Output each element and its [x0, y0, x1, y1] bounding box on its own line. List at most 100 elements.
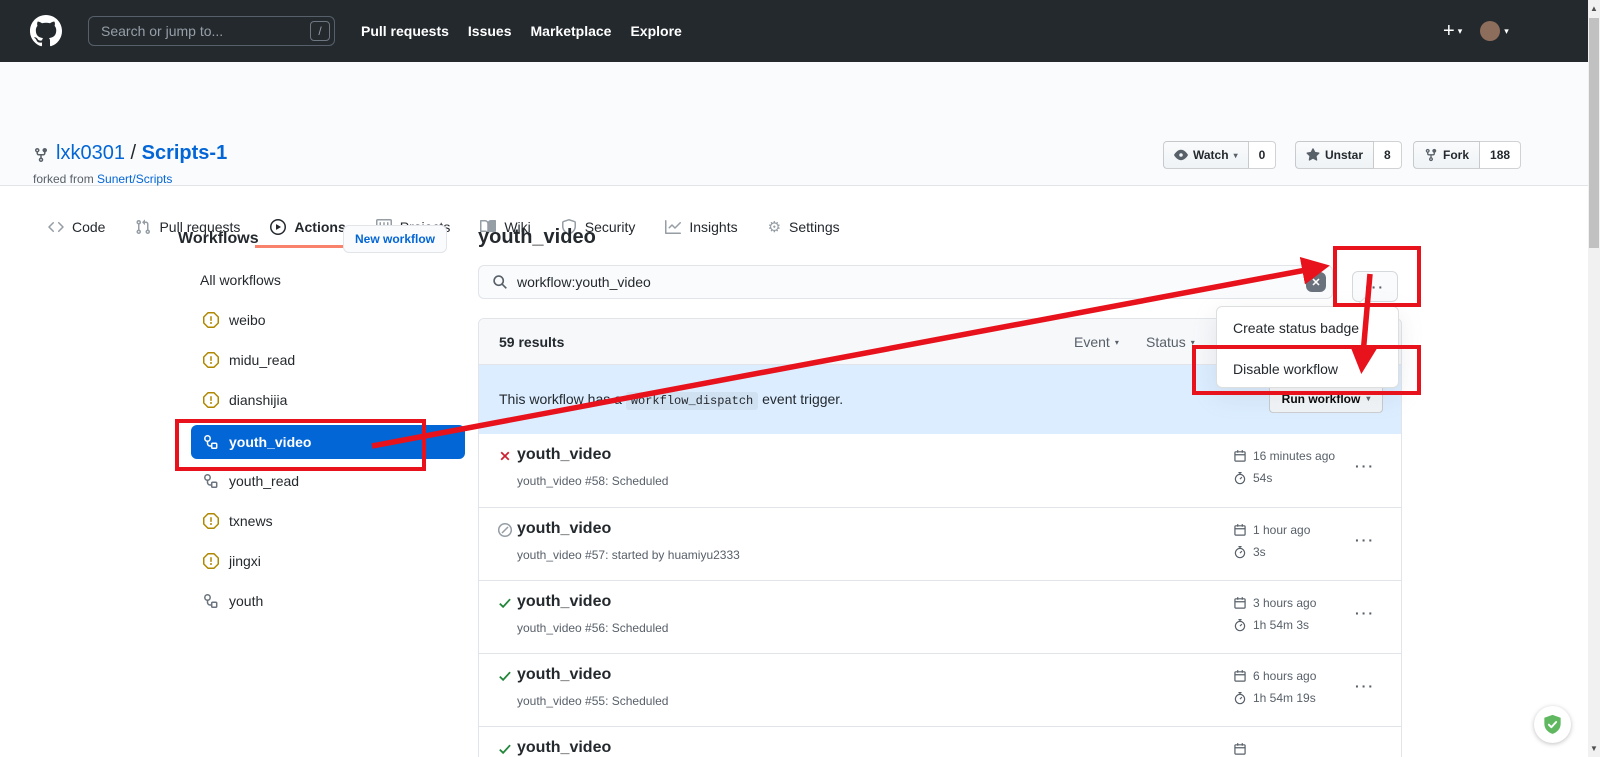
- chevron-down-icon: ▾: [1191, 338, 1195, 347]
- nav-issues[interactable]: Issues: [468, 23, 512, 39]
- repo-name-link[interactable]: Scripts-1: [142, 142, 228, 164]
- tab-code[interactable]: Code: [33, 208, 120, 248]
- calendar-icon: [1233, 596, 1247, 610]
- nav-marketplace[interactable]: Marketplace: [531, 23, 612, 39]
- status-filter-dropdown[interactable]: Status ▾: [1146, 334, 1195, 350]
- run-duration-text: 54s: [1253, 471, 1272, 485]
- run-subtitle: youth_video #57: started by huamiyu2333: [517, 548, 740, 562]
- workflow-options-button[interactable]: ···: [1352, 271, 1398, 302]
- clear-search-button[interactable]: ✕: [1306, 272, 1326, 292]
- tab-insights[interactable]: Insights: [650, 208, 752, 248]
- slash-shortcut-key: /: [310, 21, 330, 41]
- results-count: 59 results: [499, 334, 564, 350]
- nav-pull-requests[interactable]: Pull requests: [361, 23, 449, 39]
- run-title-link[interactable]: youth_video: [517, 593, 611, 611]
- run-time: 6 hours ago: [1233, 669, 1316, 683]
- run-title-link[interactable]: youth_video: [517, 520, 611, 538]
- chevron-down-icon: ▾: [1234, 151, 1238, 160]
- user-menu[interactable]: ▾: [1480, 21, 1509, 41]
- scroll-down-arrow[interactable]: ▼: [1590, 744, 1598, 753]
- sidebar-item-dianshijia[interactable]: dianshijia: [178, 380, 465, 420]
- run-options-button[interactable]: ···: [1355, 458, 1375, 474]
- run-options-button[interactable]: ···: [1355, 532, 1375, 548]
- sidebar-item-label: youth_read: [229, 473, 299, 489]
- sidebar-item-label: dianshijia: [229, 392, 287, 408]
- run-duration-text: 3s: [1253, 545, 1266, 559]
- workflow-run-row: youth_video youth_video #57: started by …: [479, 507, 1401, 580]
- check-success-icon: [497, 741, 513, 757]
- nav-explore[interactable]: Explore: [630, 23, 681, 39]
- workflows-heading: Workflows: [178, 230, 259, 248]
- run-duration: 1h 54m 3s: [1233, 618, 1309, 632]
- unstar-button[interactable]: Unstar: [1295, 141, 1374, 169]
- calendar-icon: [1233, 669, 1247, 683]
- sidebar-item-all-workflows[interactable]: All workflows: [178, 260, 465, 300]
- breadcrumb: lxk0301 / Scripts-1: [56, 142, 227, 165]
- repo-owner-link[interactable]: lxk0301: [56, 142, 125, 164]
- tab-label: Actions: [294, 219, 345, 235]
- new-workflow-button[interactable]: New workflow: [343, 225, 447, 253]
- sidebar-item-txnews[interactable]: txnews: [178, 501, 465, 541]
- repo-forked-icon: [1424, 148, 1438, 162]
- cancelled-icon: [497, 522, 513, 538]
- banner-text-post: event trigger.: [762, 391, 843, 407]
- fork-count[interactable]: 188: [1480, 141, 1521, 169]
- watch-label: Watch: [1193, 148, 1229, 162]
- github-logo-icon[interactable]: [30, 15, 62, 47]
- run-title-link[interactable]: youth_video: [517, 446, 611, 464]
- star-button-group: Unstar 8: [1295, 141, 1402, 169]
- watch-count[interactable]: 0: [1249, 141, 1277, 169]
- sidebar-item-jingxi[interactable]: jingxi: [178, 541, 465, 581]
- run-options-button[interactable]: ···: [1355, 605, 1375, 621]
- run-title-link[interactable]: youth_video: [517, 666, 611, 684]
- fork-button[interactable]: Fork: [1413, 141, 1480, 169]
- sidebar-item-youth-video-selected[interactable]: youth_video: [191, 425, 465, 459]
- calendar-icon: [1233, 742, 1247, 756]
- watch-button-group: Watch ▾ 0: [1163, 141, 1276, 169]
- sidebar-item-label: youth_video: [229, 434, 311, 450]
- run-time-text: 16 minutes ago: [1253, 449, 1335, 463]
- unstar-label: Unstar: [1325, 148, 1363, 162]
- run-subtitle: youth_video #56: Scheduled: [517, 621, 668, 635]
- tab-settings[interactable]: ⚙ Settings: [753, 208, 855, 248]
- watch-button[interactable]: Watch ▾: [1163, 141, 1249, 169]
- workflow-run-row: youth_video: [479, 726, 1401, 757]
- chevron-down-icon: ▾: [1366, 394, 1370, 403]
- adguard-shield-badge[interactable]: [1534, 706, 1571, 743]
- tab-label: Code: [72, 219, 105, 235]
- scroll-up-arrow[interactable]: ▲: [1590, 4, 1598, 13]
- fork-button-group: Fork 188: [1413, 141, 1521, 169]
- global-search-input[interactable]: [88, 16, 335, 46]
- create-new-dropdown[interactable]: + ▾: [1443, 20, 1462, 43]
- run-options-button[interactable]: ···: [1355, 678, 1375, 694]
- workflow-icon: [203, 473, 219, 489]
- run-time: 3 hours ago: [1233, 596, 1316, 610]
- breadcrumb-separator: /: [131, 142, 137, 164]
- page-title: youth_video: [478, 226, 596, 249]
- workflow-search-input[interactable]: [517, 266, 1277, 298]
- sidebar-item-youth[interactable]: youth: [178, 581, 465, 621]
- search-icon: [492, 274, 508, 290]
- scrollbar-thumb[interactable]: [1589, 18, 1599, 248]
- fork-label: Fork: [1443, 148, 1469, 162]
- code-icon: [48, 219, 64, 235]
- banner-text-pre: This workflow has a: [499, 391, 622, 407]
- sidebar-item-midu-read[interactable]: midu_read: [178, 340, 465, 380]
- sidebar-item-weibo[interactable]: weibo: [178, 300, 465, 340]
- menu-item-create-status-badge[interactable]: Create status badge: [1217, 307, 1398, 348]
- banner-code: workflow_dispatch: [626, 392, 758, 410]
- run-title-link[interactable]: youth_video: [517, 739, 611, 757]
- scrollbar[interactable]: ▲ ▼: [1588, 0, 1600, 757]
- menu-item-disable-workflow[interactable]: Disable workflow: [1217, 348, 1398, 389]
- app-header: / Pull requests Issues Marketplace Explo…: [0, 0, 1600, 62]
- workflow-options-menu: Create status badge Disable workflow: [1216, 306, 1399, 388]
- star-count[interactable]: 8: [1374, 141, 1402, 169]
- sidebar-item-youth-read[interactable]: youth_read: [178, 461, 465, 501]
- fork-source-link[interactable]: Sunert/Scripts: [97, 172, 172, 186]
- event-filter-dropdown[interactable]: Event ▾: [1074, 334, 1119, 350]
- run-duration: 1h 54m 19s: [1233, 691, 1316, 705]
- chevron-down-icon: ▾: [1504, 26, 1509, 37]
- header-nav: Pull requests Issues Marketplace Explore: [361, 0, 682, 62]
- sidebar-item-label: jingxi: [229, 553, 261, 569]
- tab-label: Insights: [689, 219, 737, 235]
